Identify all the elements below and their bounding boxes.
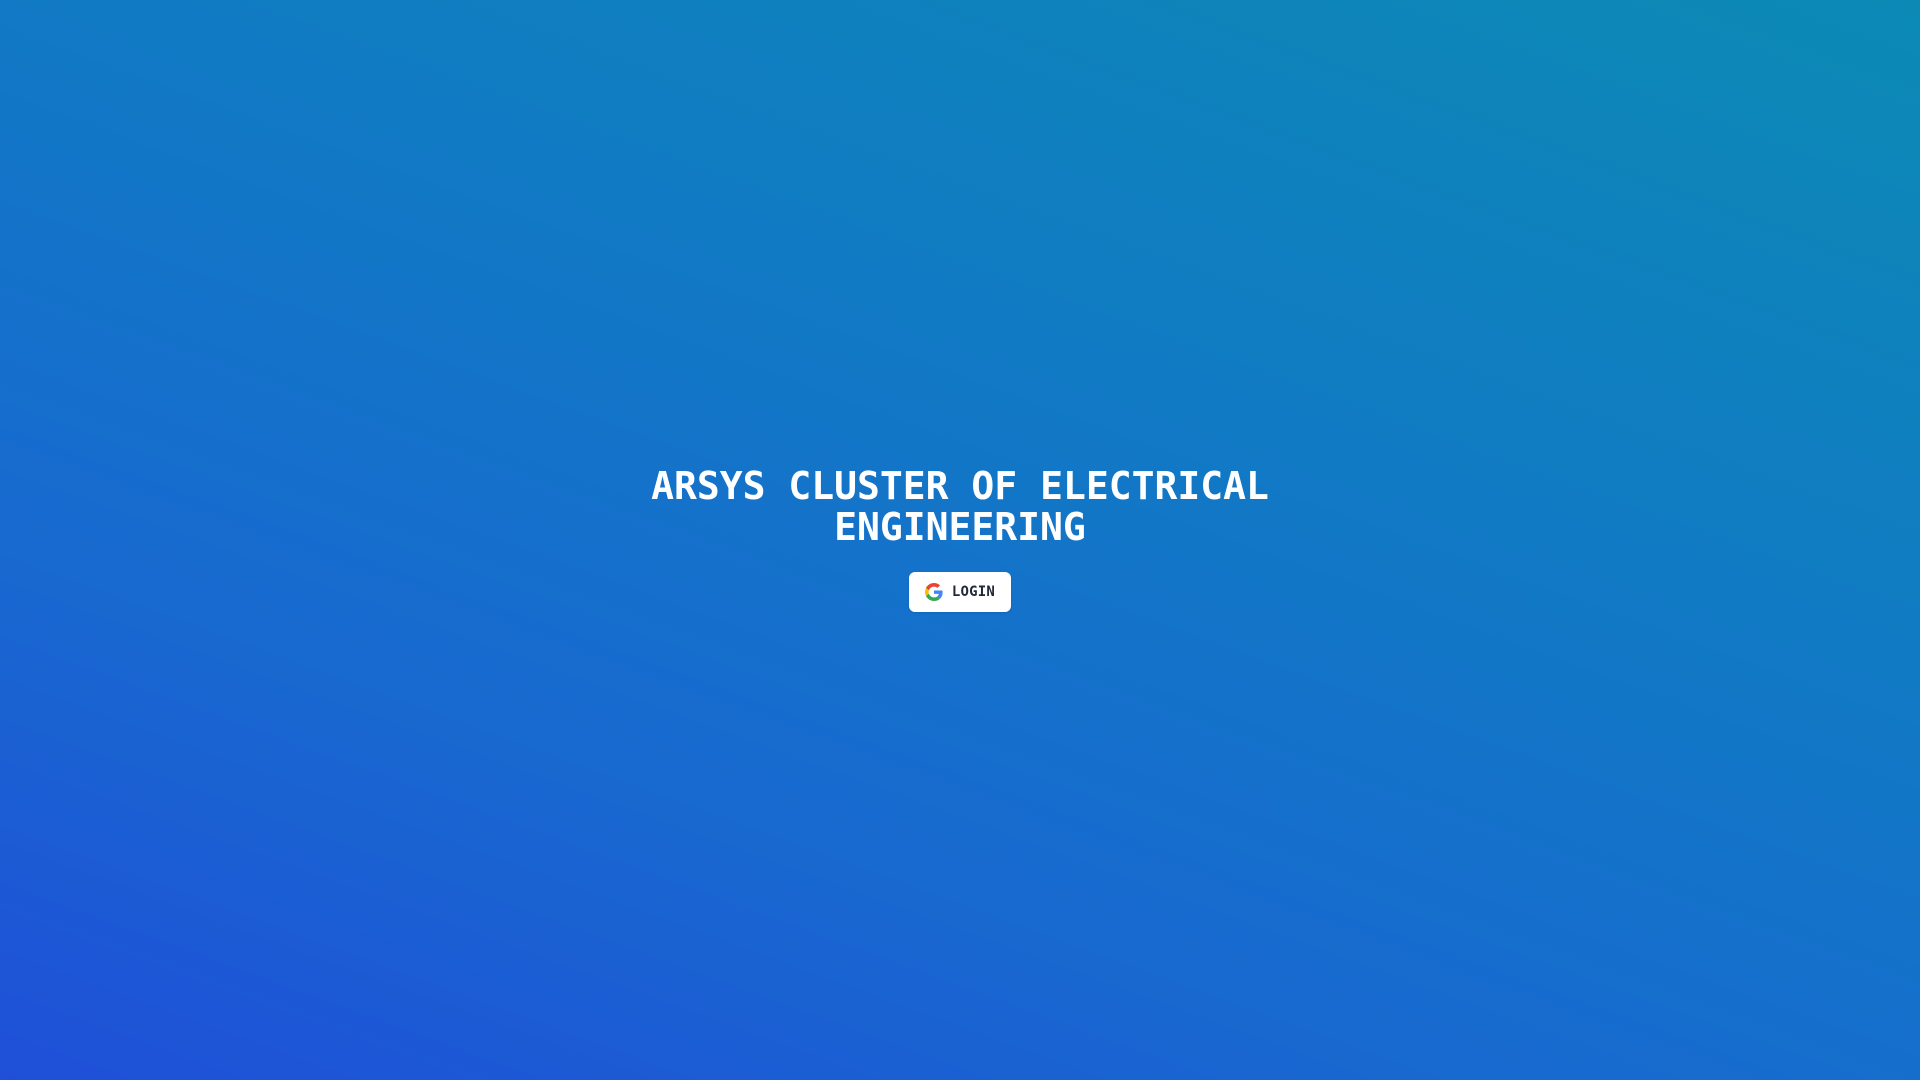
page-title: ARSYS CLUSTER OF ELECTRICAL ENGINEERING — [651, 464, 1269, 549]
google-icon — [924, 583, 943, 601]
login-button-label: LOGIN — [951, 584, 996, 600]
login-screen: ARSYS CLUSTER OF ELECTRICAL ENGINEERING … — [0, 0, 1920, 1080]
google-login-button[interactable]: LOGIN — [908, 572, 1012, 612]
